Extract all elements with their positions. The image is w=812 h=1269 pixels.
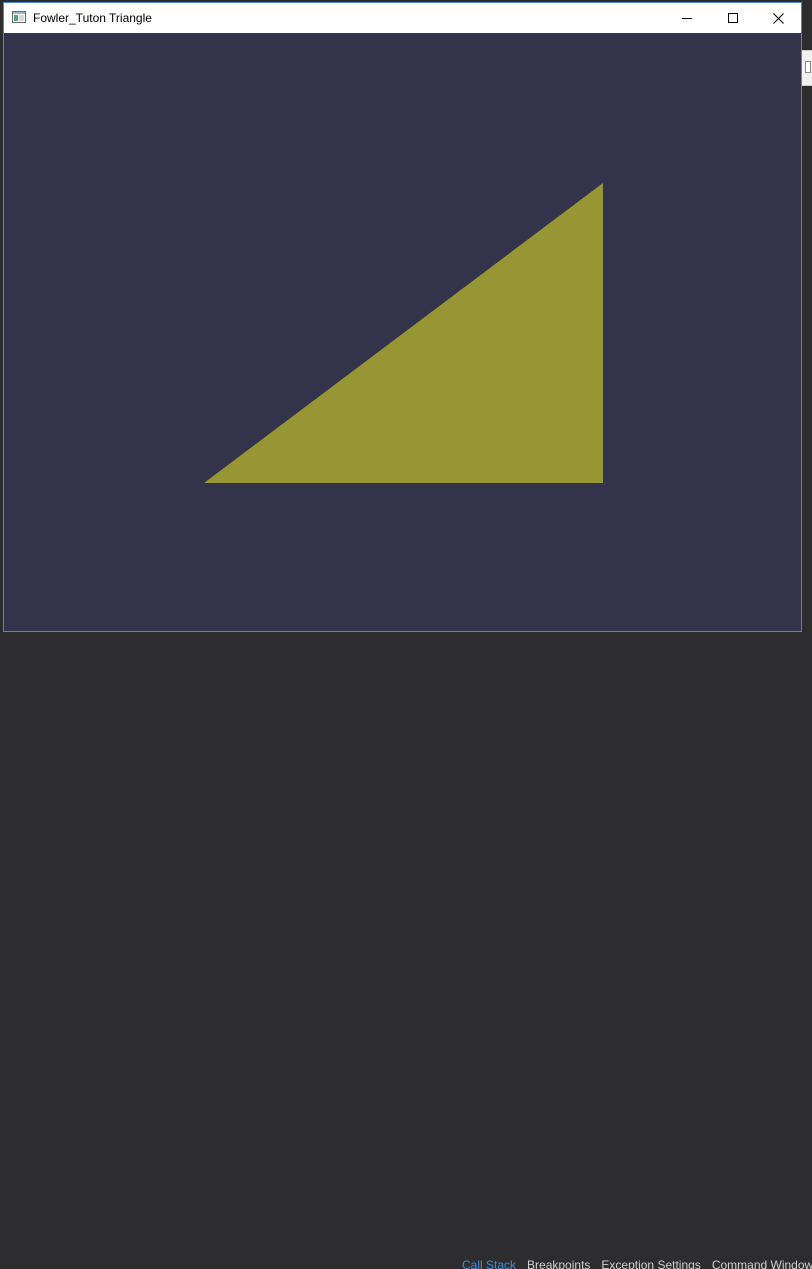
background-toolbar-button-edge (805, 61, 811, 73)
close-icon (772, 12, 784, 24)
app-window: Fowler_Tuton Triangle (3, 2, 802, 632)
render-viewport[interactable] (4, 33, 801, 631)
background-toolbar-edge (802, 50, 812, 86)
maximize-button[interactable] (710, 3, 756, 33)
background-tool-window-tabs: Call Stack Breakpoints Exception Setting… (462, 1256, 812, 1269)
title-bar[interactable]: Fowler_Tuton Triangle (4, 3, 801, 33)
maximize-icon (728, 13, 738, 23)
app-window-icon (12, 11, 26, 23)
minimize-button[interactable] (664, 3, 710, 33)
window-title: Fowler_Tuton Triangle (33, 11, 152, 25)
minimize-icon (682, 18, 692, 19)
tab-call-stack[interactable]: Call Stack (462, 1256, 516, 1269)
scene-canvas (204, 183, 603, 483)
close-button[interactable] (755, 3, 801, 33)
tab-breakpoints[interactable]: Breakpoints (527, 1256, 590, 1269)
yellow-triangle (204, 183, 603, 483)
tab-exception-settings[interactable]: Exception Settings (601, 1256, 700, 1269)
tab-command-window[interactable]: Command Window (712, 1256, 812, 1269)
